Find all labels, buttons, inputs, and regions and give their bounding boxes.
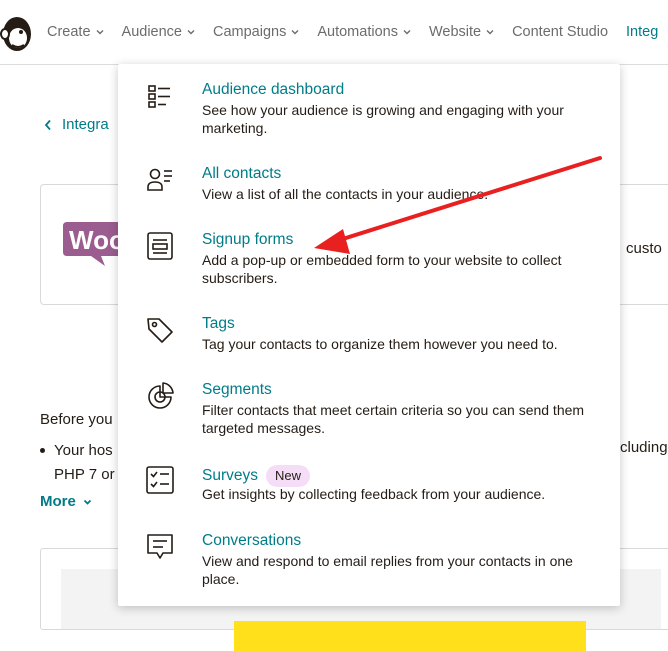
chevron-down-icon [96,30,104,35]
nav-label: Website [428,24,482,40]
menu-item-title: All contacts [202,165,282,182]
menu-item-signup-forms[interactable]: Signup forms Add a pop-up or embedded fo… [118,231,620,291]
menu-item-tags[interactable]: Tags Tag your contacts to organize them … [118,315,620,357]
dashboard-list-icon [148,85,170,108]
segments-pie-icon [148,382,174,409]
menu-item-title: Segments [202,381,272,398]
yellow-banner [234,621,586,651]
menu-item-desc: Filter contacts that meet certain criter… [202,402,585,436]
tag-icon [147,318,173,343]
nav-label: Integ [626,24,659,40]
woo-logo-text: Woo [69,225,125,255]
nav-label: Create [47,24,91,40]
chevron-down-icon [403,30,411,35]
bullet-right-fragment: cluding [620,439,668,456]
more-label: More [40,493,76,510]
menu-item-title: Surveys New [202,465,311,487]
bullet-line-2: PHP 7 or [54,466,115,483]
nav-campaigns[interactable]: Campaigns [213,24,299,40]
contacts-icon [147,168,172,191]
bullet-dot [40,448,45,453]
more-toggle[interactable]: More [40,493,92,510]
chat-bubble-icon [147,534,173,559]
nav-website[interactable]: Website [429,24,494,40]
before-text: Before you [40,411,113,428]
menu-item-segments[interactable]: Segments Filter contacts that meet certa… [118,381,620,441]
nav-label: Campaigns [213,24,287,40]
menu-item-desc: Tag your contacts to organize them howev… [202,336,558,352]
menu-item-title: Tags [202,315,235,332]
nav-label: Automations [317,24,398,40]
menu-item-title-text: Surveys [202,467,258,484]
main-nav: Create Audience Campaigns Automations We… [47,0,668,64]
survey-checklist-icon [146,466,174,494]
menu-item-audience-dashboard[interactable]: Audience dashboard See how your audience… [118,81,620,141]
menu-item-desc: Add a pop-up or embedded form to your we… [202,252,562,286]
bullet-line-1: Your hos [54,442,113,459]
nav-create[interactable]: Create [47,24,104,40]
menu-item-title: Audience dashboard [202,81,345,98]
menu-item-conversations[interactable]: Conversations View and respond to email … [118,532,620,592]
chevron-left-icon [44,119,51,130]
mailchimp-logo-icon[interactable] [0,12,34,54]
nav-content-studio[interactable]: Content Studio [512,24,608,40]
menu-item-title: Signup forms [202,231,294,248]
menu-item-title: Conversations [202,532,302,549]
chevron-down-icon [187,30,195,35]
nav-integrations[interactable]: Integ [626,24,658,40]
menu-item-desc: View a list of all the contacts in your … [202,186,489,202]
menu-item-desc: Get insights by collecting feedback from… [202,486,546,502]
menu-item-all-contacts[interactable]: All contacts View a list of all the cont… [118,165,620,207]
new-badge: New [266,465,311,487]
nav-label: Content Studio [512,24,609,40]
menu-item-desc: See how your audience is growing and eng… [202,102,564,136]
chevron-down-icon [83,499,91,505]
top-nav-bar: Create Audience Campaigns Automations We… [0,0,668,65]
chevron-down-icon [486,30,494,35]
audience-dropdown-menu: Audience dashboard See how your audience… [118,64,620,606]
back-link-label: Integra [62,116,109,133]
back-link[interactable]: Integra [44,116,109,133]
menu-item-surveys[interactable]: Surveys New Get insights by collecting f… [118,465,620,507]
nav-label: Audience [121,24,182,40]
chevron-down-icon [291,30,299,35]
nav-audience[interactable]: Audience [122,24,195,40]
nav-automations[interactable]: Automations [317,24,411,40]
menu-item-desc: View and respond to email replies from y… [202,553,573,587]
card-description-fragment: custo [626,240,662,257]
signup-form-icon [147,232,173,260]
